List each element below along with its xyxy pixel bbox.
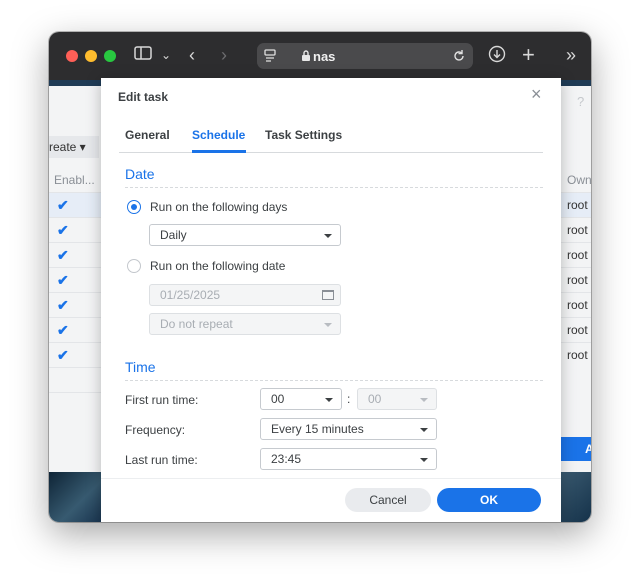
table-row[interactable]: ✔: [49, 192, 101, 217]
checkbox-checked-icon[interactable]: ✔: [57, 272, 69, 289]
checkbox-checked-icon[interactable]: ✔: [57, 247, 69, 264]
table-row: [49, 392, 101, 417]
owner-cell: root: [561, 217, 591, 242]
first-run-hour-select[interactable]: 00: [260, 388, 342, 410]
owner-cell: root: [561, 192, 591, 217]
ok-button[interactable]: OK: [437, 488, 541, 512]
dialog-title: Edit task: [118, 90, 169, 104]
minimize-window-button[interactable]: [85, 50, 97, 62]
tab-schedule[interactable]: Schedule: [192, 128, 245, 142]
browser-window: ⌄ ‹ › nas + » reate ▾ Enabl... ✔ ✔ ✔ ✔ ✔…: [49, 32, 591, 522]
lock-icon: [302, 50, 310, 61]
table-row[interactable]: ✔: [49, 242, 101, 267]
table-row[interactable]: ✔: [49, 217, 101, 242]
close-window-button[interactable]: [66, 50, 78, 62]
owner-column-header[interactable]: Own: [561, 168, 591, 192]
edit-task-dialog: Edit task × General Schedule Task Settin…: [101, 78, 561, 522]
checkbox-checked-icon[interactable]: ✔: [57, 347, 69, 364]
table-row: [49, 367, 101, 392]
checkbox-checked-icon[interactable]: ✔: [57, 322, 69, 339]
run-date-label: Run on the following date: [150, 259, 286, 273]
last-run-value: 23:45: [271, 452, 302, 466]
checkbox-checked-icon[interactable]: ✔: [57, 222, 69, 239]
close-icon[interactable]: ×: [531, 84, 542, 104]
date-section-title: Date: [125, 166, 155, 182]
table-row[interactable]: ✔: [49, 292, 101, 317]
last-run-label: Last run time:: [125, 453, 198, 467]
desktop-wallpaper: [49, 472, 101, 522]
section-divider: [125, 380, 543, 381]
last-run-select[interactable]: 23:45: [260, 448, 437, 470]
chevron-down-icon: [325, 398, 333, 402]
frequency-label: Frequency:: [125, 423, 186, 437]
first-run-label: First run time:: [125, 393, 199, 407]
days-select-value: Daily: [160, 228, 187, 242]
forward-icon[interactable]: ›: [221, 45, 227, 65]
chevron-down-icon[interactable]: ⌄: [161, 45, 171, 65]
download-icon[interactable]: [488, 45, 506, 67]
reload-icon[interactable]: [452, 49, 466, 63]
chevron-down-icon: [324, 323, 332, 327]
first-run-minute-select[interactable]: 00: [357, 388, 437, 410]
run-days-label: Run on the following days: [150, 200, 288, 214]
help-icon[interactable]: ?: [577, 94, 584, 109]
owner-cell: root: [561, 317, 591, 342]
desktop-wallpaper: [561, 472, 591, 522]
table-row[interactable]: ✔: [49, 342, 101, 367]
owner-cell: root: [561, 242, 591, 267]
active-tab-indicator: [192, 150, 246, 153]
checkbox-checked-icon[interactable]: ✔: [57, 297, 69, 314]
date-input-value: 01/25/2025: [160, 288, 221, 302]
run-date-radio[interactable]: [127, 259, 141, 273]
calendar-icon[interactable]: [322, 290, 334, 300]
section-divider: [125, 187, 543, 188]
page-icon: [264, 49, 276, 62]
repeat-select[interactable]: Do not repeat: [149, 313, 341, 335]
cancel-button[interactable]: Cancel: [345, 488, 431, 512]
back-icon[interactable]: ‹: [189, 45, 195, 65]
first-run-hour-value: 00: [271, 392, 285, 406]
sidebar-icon[interactable]: [134, 45, 152, 65]
checkbox-checked-icon[interactable]: ✔: [57, 197, 69, 214]
create-button[interactable]: reate ▾: [49, 136, 99, 158]
tab-divider: [119, 152, 543, 153]
owner-cell: root: [561, 267, 591, 292]
time-separator: :: [347, 392, 351, 406]
frequency-value: Every 15 minutes: [271, 422, 364, 436]
background-primary-button[interactable]: A: [561, 437, 591, 461]
time-section-title: Time: [125, 359, 156, 375]
frequency-select[interactable]: Every 15 minutes: [260, 418, 437, 440]
date-input[interactable]: 01/25/2025: [149, 284, 341, 306]
owner-cell: root: [561, 292, 591, 317]
url-text: nas: [313, 49, 336, 64]
run-days-radio[interactable]: [127, 200, 141, 214]
owner-cell: root: [561, 342, 591, 367]
browser-titlebar: ⌄ ‹ › nas + »: [49, 32, 591, 80]
chevron-down-icon: [420, 398, 428, 402]
repeat-select-value: Do not repeat: [160, 317, 233, 331]
days-select[interactable]: Daily: [149, 224, 341, 246]
new-tab-icon[interactable]: +: [522, 44, 535, 66]
chevron-down-icon: [420, 458, 428, 462]
address-bar[interactable]: [257, 43, 473, 69]
table-row[interactable]: ✔: [49, 267, 101, 292]
tab-task-settings[interactable]: Task Settings: [265, 128, 342, 142]
table-row[interactable]: ✔: [49, 317, 101, 342]
enabled-column-header[interactable]: Enabl...: [49, 168, 106, 192]
chevron-down-icon: [420, 428, 428, 432]
zoom-window-button[interactable]: [104, 50, 116, 62]
tab-general[interactable]: General: [125, 128, 170, 142]
chevron-down-icon: [324, 234, 332, 238]
more-icon[interactable]: »: [566, 45, 576, 65]
first-run-minute-value: 00: [368, 392, 382, 406]
